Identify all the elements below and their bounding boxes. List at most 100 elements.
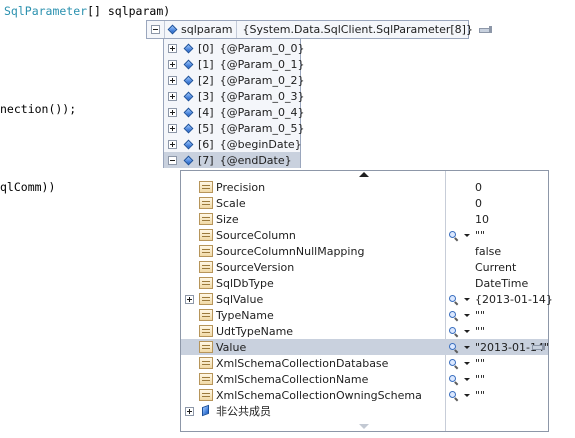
expand-icon[interactable] [185,295,194,304]
property-value: 0 [475,196,482,210]
dropdown-arrow-icon[interactable] [464,233,470,237]
property-row[interactable]: XmlSchemaCollectionName "" [181,371,548,387]
pin-icon[interactable] [532,342,546,351]
property-value: 10 [475,212,489,226]
expand-icon[interactable] [168,123,177,133]
code-params-text: [] sqlparam) [87,4,171,18]
list-item-selected[interactable]: [7] {@endDate} [164,152,300,168]
collapse-icon[interactable] [151,25,160,34]
property-name: SourceVersion [216,260,295,274]
dropdown-arrow-icon[interactable] [464,297,470,301]
visualizer[interactable] [449,373,470,385]
property-row[interactable]: UdtTypeName "" [181,323,548,339]
expand-icon[interactable] [168,43,177,53]
property-row[interactable]: 非公共成员 [181,403,548,419]
expand-icon[interactable] [168,75,177,85]
list-item[interactable]: [1] {@Param_0_1} [164,56,304,72]
visualizer[interactable] [449,309,470,321]
item-name: [5] [198,121,214,135]
list-item[interactable]: [2] {@Param_0_2} [164,72,304,88]
list-item[interactable]: [3] {@Param_0_3} [164,88,304,104]
property-row[interactable]: SqlValue {2013-01-14} [181,291,553,307]
item-value: {@endDate} [219,153,292,167]
scroll-down-button[interactable] [181,422,548,431]
arrow-down-icon [359,424,369,429]
property-row-selected[interactable]: Value "2013-01-14" [181,339,549,355]
property-name: XmlSchemaCollectionDatabase [216,356,389,370]
property-value: 0 [475,180,482,194]
datatip-header[interactable]: sqlparam {System.Data.SqlClient.SqlParam… [146,20,492,39]
property-row[interactable]: SourceColumn "" [181,227,548,243]
property-value: "" [475,324,486,338]
property-row[interactable]: SourceVersion Current [181,259,548,275]
item-value: {@Param_0_5} [219,121,305,135]
dropdown-arrow-icon[interactable] [464,393,470,397]
list-item[interactable]: [6] {@beginDate} [164,136,302,152]
property-row[interactable]: TypeName "" [181,307,548,323]
magnifier-icon[interactable] [449,326,458,336]
property-icon [199,213,213,225]
property-row[interactable]: Precision 0 [181,179,548,195]
visualizer[interactable] [449,357,470,369]
dropdown-arrow-icon[interactable] [464,345,470,349]
property-row[interactable]: Size 10 [181,211,548,227]
property-name: Precision [216,180,266,194]
property-row[interactable]: SqlDbType DateTime [181,275,548,291]
property-row[interactable]: XmlSchemaCollectionDatabase "" [181,355,548,371]
code-line-params: SqlParameter[] sqlparam) [4,4,170,18]
pin-icon[interactable] [478,25,493,34]
property-icon [199,245,213,257]
dropdown-arrow-icon[interactable] [464,313,470,317]
field-icon [183,59,194,69]
visualizer[interactable] [449,325,470,337]
property-value: "" [475,388,486,402]
property-icon [199,229,213,241]
property-row[interactable]: SourceColumnNullMapping false [181,243,548,259]
expand-icon[interactable] [168,107,177,117]
expand-icon[interactable] [168,59,177,69]
property-row[interactable]: Scale 0 [181,195,548,211]
field-icon [183,155,194,165]
magnifier-icon[interactable] [449,230,458,240]
dropdown-arrow-icon[interactable] [464,329,470,333]
datatip-value: {System.Data.SqlClient.SqlParameter[8]} [242,23,473,36]
list-item[interactable]: [4] {@Param_0_4} [164,104,304,120]
datatip-name: sqlparam [181,23,233,36]
visualizer[interactable] [449,389,470,401]
magnifier-icon[interactable] [449,390,458,400]
magnifier-icon[interactable] [449,294,458,304]
expand-icon[interactable] [185,407,194,416]
property-name: SqlValue [216,292,264,306]
property-icon [199,261,213,273]
property-value: "" [475,372,486,386]
list-item[interactable]: [5] {@Param_0_5} [164,120,304,136]
visualizer[interactable] [449,229,470,241]
property-name: XmlSchemaCollectionName [216,372,369,386]
magnifier-icon[interactable] [449,358,458,368]
property-name: SqlDbType [216,276,274,290]
visualizer[interactable] [449,341,470,353]
magnifier-icon[interactable] [449,374,458,384]
dropdown-arrow-icon[interactable] [464,361,470,365]
item-value: {@Param_0_3} [219,89,305,103]
magnifier-icon[interactable] [449,310,458,320]
magnifier-icon[interactable] [449,342,458,352]
field-icon [167,24,178,35]
dropdown-arrow-icon[interactable] [464,377,470,381]
property-icon [199,309,213,321]
visualizer[interactable] [449,293,470,305]
expand-icon[interactable] [168,91,177,101]
list-item[interactable]: [0] {@Param_0_0} [164,40,304,56]
field-icon [183,91,194,101]
field-icon [183,139,194,149]
collapse-icon[interactable] [168,155,177,165]
field-icon [183,123,194,133]
property-name: TypeName [216,308,274,322]
property-row[interactable]: XmlSchemaCollectionOwningSchema "" [181,387,548,403]
item-name: [2] [198,73,214,87]
property-name: SourceColumnNullMapping [216,244,365,258]
datatip-list: [0] {@Param_0_0} [1] {@Param_0_1} [2] {@… [163,38,304,168]
property-panel: Precision 0 Scale 0 Size 10 SourceColumn… [180,170,553,432]
property-icon [199,293,213,305]
expand-icon[interactable] [168,139,177,149]
